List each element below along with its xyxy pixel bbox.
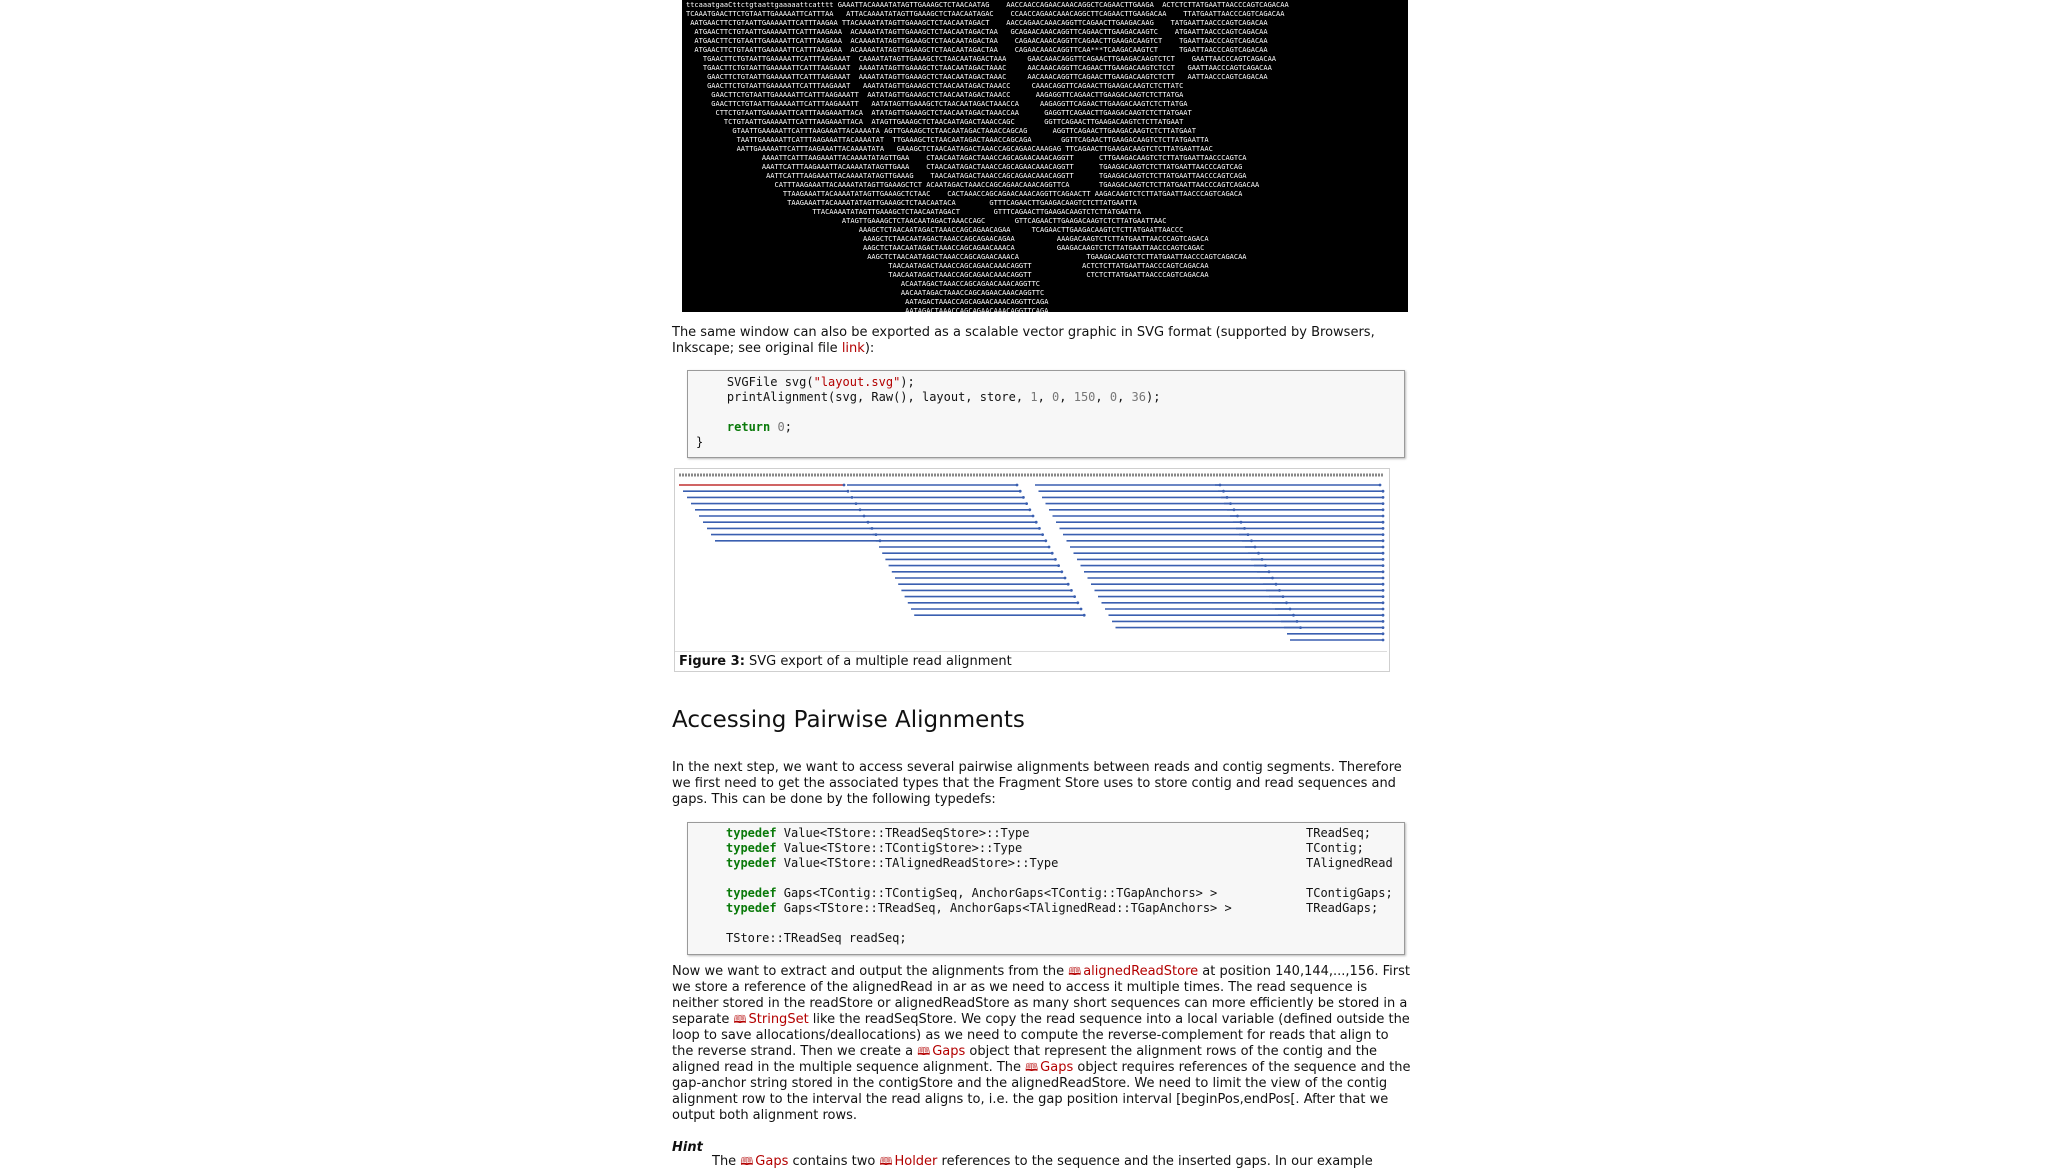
intro-after: ): — [864, 341, 875, 356]
intro-paragraph: The same window can also be exported as … — [672, 325, 1412, 357]
read-end-marker — [1063, 576, 1067, 580]
read-end-marker — [1025, 502, 1028, 505]
read-end-marker — [1381, 489, 1385, 493]
aligned-read-store-link[interactable]: alignedReadStore — [1083, 964, 1198, 979]
read-alignment-graphic — [679, 473, 1385, 642]
book-icon: 🕮 — [1025, 1061, 1039, 1074]
code-line: TStore::TReadSeq readSeq; — [726, 931, 907, 945]
book-icon: 🕮 — [1068, 965, 1082, 978]
code-line: printAlignment(svg, Raw(), layout, store… — [698, 390, 1161, 404]
section-heading: Accessing Pairwise Alignments — [672, 707, 1025, 733]
code-line: return 0; — [726, 420, 792, 434]
read-end-marker — [1381, 564, 1385, 567]
book-icon: 🕮 — [917, 1045, 931, 1058]
figure-caption: Figure 3: SVG export of a multiple read … — [675, 651, 1387, 670]
read-end-marker — [1015, 483, 1019, 487]
read-end-marker — [1047, 545, 1051, 549]
book-icon: 🕮 — [740, 1155, 754, 1168]
gaps-link-2[interactable]: Gaps — [1040, 1060, 1073, 1075]
read-end-marker — [1381, 626, 1385, 629]
read-end-marker — [846, 489, 850, 493]
code-line: typedef Gaps<TContig::TContigSeq, Anchor… — [726, 886, 1393, 900]
read-end-marker — [1044, 539, 1048, 543]
stringset-link[interactable]: StringSet — [749, 1012, 809, 1027]
read-end-marker — [850, 496, 854, 499]
read-end-marker — [1073, 595, 1076, 598]
read-end-marker — [1381, 551, 1385, 555]
read-end-marker — [1060, 570, 1064, 574]
read-end-marker — [1031, 514, 1035, 518]
read-end-marker — [1054, 558, 1057, 561]
read-end-marker — [1018, 489, 1022, 493]
read-end-marker — [1028, 508, 1032, 512]
code-line: typedef Value<TStore::TContigStore>::Typ… — [726, 841, 1364, 855]
read-end-marker — [1066, 582, 1070, 586]
code-line-closing-brace: } — [696, 435, 704, 449]
hint-paragraph: The 🕮 Gaps contains two 🕮 Holder reference… — [712, 1154, 1373, 1169]
read-end-marker — [1381, 527, 1385, 530]
read-end-marker — [1381, 514, 1385, 518]
read-end-marker — [1381, 533, 1385, 536]
figure-svg-alignment: Figure 3: SVG export of a multiple read … — [674, 468, 1390, 672]
hint-title: Hint — [672, 1140, 703, 1155]
read-end-marker — [1381, 620, 1385, 623]
read-end-marker — [1050, 551, 1054, 555]
aligned-read-paragraph: Now we want to extract and output the al… — [672, 964, 1411, 1123]
ascii-alignment-image: ttcaaatgaaCttctgtaattgaaaaattcatttt GAAA… — [682, 0, 1408, 312]
read-end-marker — [1381, 520, 1385, 524]
read-end-marker — [1381, 502, 1385, 505]
read-end-marker — [1076, 601, 1080, 605]
figure-caption-text: SVG export of a multiple read alignment — [744, 654, 1012, 669]
read-end-marker — [1381, 570, 1385, 574]
read-end-marker — [1381, 607, 1385, 611]
figure-label: Figure 3: — [679, 654, 745, 669]
code-line: SVGFile svg("layout.svg"); — [698, 375, 915, 389]
hint-gaps-link[interactable]: Gaps — [755, 1154, 788, 1169]
read-end-marker — [1381, 632, 1385, 636]
read-end-marker — [1079, 607, 1083, 611]
code-block-typedefs: typedef Value<TStore::TReadSeqStore>::Ty… — [687, 822, 1405, 955]
read-end-marker — [1381, 595, 1385, 598]
read-end-marker — [1378, 483, 1382, 487]
read-end-marker — [1381, 539, 1385, 543]
book-icon: 🕮 — [733, 1013, 747, 1026]
ascii-alignment-text: ttcaaatgaaCttctgtaattgaaaaattcatttt GAAA… — [686, 1, 1289, 312]
code-block-svg-export: SVGFile svg("layout.svg"); printAlignmen… — [687, 370, 1405, 458]
read-end-marker — [1034, 520, 1038, 524]
original-file-link[interactable]: link — [842, 341, 865, 356]
read-end-marker — [1041, 533, 1044, 536]
read-end-marker — [1381, 496, 1385, 499]
holder-link[interactable]: Holder — [894, 1154, 937, 1169]
read-end-marker — [1381, 558, 1385, 561]
read-end-marker — [1022, 496, 1025, 499]
read-end-marker — [842, 483, 846, 487]
read-end-marker — [1070, 589, 1073, 592]
read-end-marker — [1381, 601, 1385, 605]
intro-text: The same window can also be exported as … — [672, 325, 1375, 356]
read-end-marker — [1082, 613, 1086, 617]
code-line: typedef Value<TStore::TAlignedReadStore>… — [726, 856, 1393, 870]
read-end-marker — [1381, 508, 1385, 512]
read-end-marker — [1038, 527, 1041, 530]
read-end-marker — [1381, 545, 1385, 549]
gaps-link[interactable]: Gaps — [932, 1044, 965, 1059]
code-line: typedef Value<TStore::TReadSeqStore>::Ty… — [726, 826, 1372, 840]
read-end-marker — [1381, 589, 1385, 592]
book-icon: 🕮 — [879, 1155, 893, 1168]
read-end-marker — [1381, 582, 1385, 586]
read-end-marker — [1381, 638, 1385, 642]
read-end-marker — [1057, 564, 1060, 567]
typedef-intro-paragraph: In the next step, we want to access seve… — [672, 760, 1402, 807]
read-end-marker — [1381, 613, 1385, 617]
code-line: typedef Gaps<TStore::TReadSeq, AnchorGap… — [726, 901, 1379, 915]
read-end-marker — [1381, 576, 1385, 580]
